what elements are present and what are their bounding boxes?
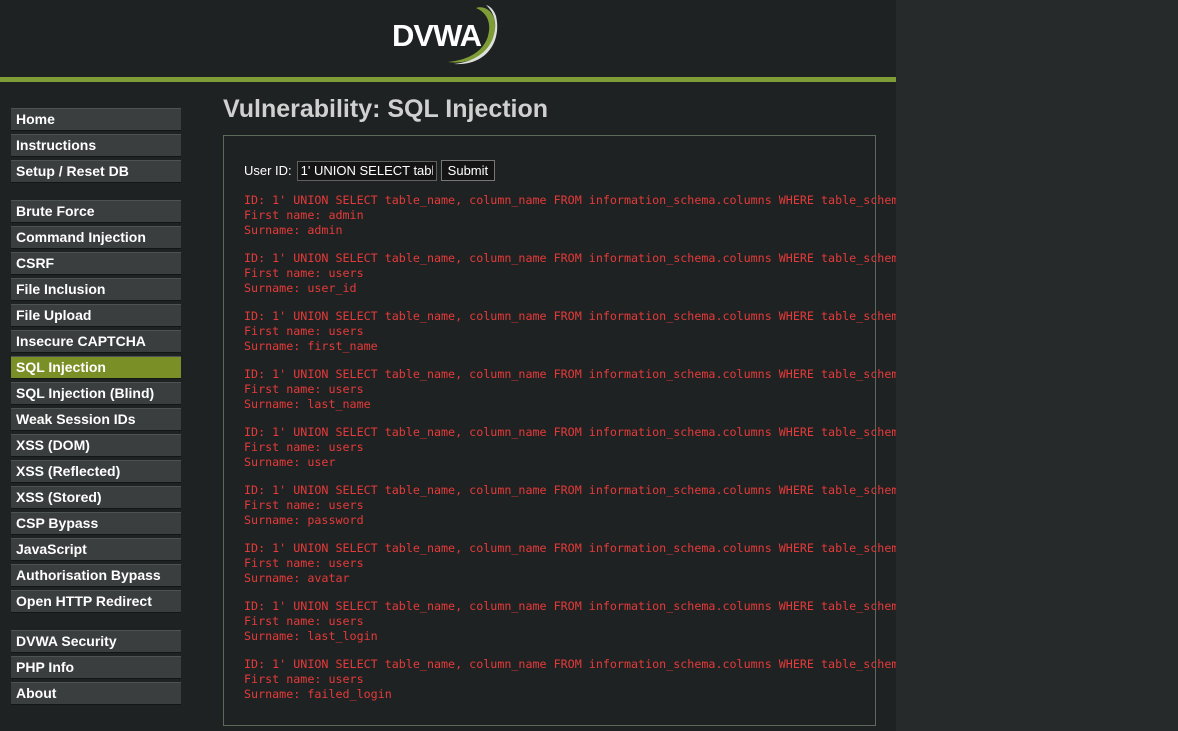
- submit-button[interactable]: Submit: [440, 160, 496, 181]
- header-divider: [0, 77, 896, 82]
- logo-text: DVWA: [392, 18, 482, 53]
- header: DVWA: [0, 0, 896, 77]
- nav-item-xss-dom[interactable]: XSS (DOM): [11, 434, 181, 457]
- nav-item-sql-injection-blind[interactable]: SQL Injection (Blind): [11, 382, 181, 405]
- vulnerability-content-box: User ID: Submit ID: 1' UNION SELECT tabl…: [223, 135, 1159, 726]
- nav-item-weak-session-ids[interactable]: Weak Session IDs: [11, 408, 181, 431]
- nav-item-javascript[interactable]: JavaScript: [11, 538, 181, 561]
- nav-item-authorisation-bypass[interactable]: Authorisation Bypass: [11, 564, 181, 587]
- nav-item-instructions[interactable]: Instructions: [11, 134, 181, 157]
- user-id-input[interactable]: [296, 160, 437, 181]
- sidebar-menu: Home Instructions Setup / Reset DB Brute…: [11, 108, 181, 722]
- nav-group-info: DVWA Security PHP Info About: [11, 630, 181, 705]
- user-id-label: User ID:: [244, 163, 292, 178]
- nav-item-dvwa-security[interactable]: DVWA Security: [11, 630, 181, 653]
- nav-item-insecure-captcha[interactable]: Insecure CAPTCHA: [11, 330, 181, 353]
- nav-item-xss-stored[interactable]: XSS (Stored): [11, 486, 181, 509]
- nav-item-open-http-redirect[interactable]: Open HTTP Redirect: [11, 590, 181, 613]
- nav-item-csp-bypass[interactable]: CSP Bypass: [11, 512, 181, 535]
- nav-item-csrf[interactable]: CSRF: [11, 252, 181, 275]
- nav-group-setup: Home Instructions Setup / Reset DB: [11, 108, 181, 183]
- nav-item-file-upload[interactable]: File Upload: [11, 304, 181, 327]
- nav-item-about[interactable]: About: [11, 682, 181, 705]
- user-id-form: User ID: Submit: [244, 160, 496, 181]
- page-container: DVWA Home Instructions Setup / Reset DB …: [0, 0, 1159, 731]
- nav-item-file-inclusion[interactable]: File Inclusion: [11, 278, 181, 301]
- page-title: Vulnerability: SQL Injection: [223, 95, 549, 123]
- nav-item-brute-force[interactable]: Brute Force: [11, 200, 181, 223]
- browser-background: [896, 0, 1178, 731]
- nav-item-command-injection[interactable]: Command Injection: [11, 226, 181, 249]
- nav-group-vulnerabilities: Brute Force Command Injection CSRF File …: [11, 200, 181, 613]
- nav-item-home[interactable]: Home: [11, 108, 181, 131]
- nav-item-setup-reset-db[interactable]: Setup / Reset DB: [11, 160, 181, 183]
- nav-item-php-info[interactable]: PHP Info: [11, 656, 181, 679]
- dvwa-logo[interactable]: DVWA: [390, 4, 502, 68]
- nav-item-xss-reflected[interactable]: XSS (Reflected): [11, 460, 181, 483]
- nav-item-sql-injection[interactable]: SQL Injection: [11, 356, 181, 379]
